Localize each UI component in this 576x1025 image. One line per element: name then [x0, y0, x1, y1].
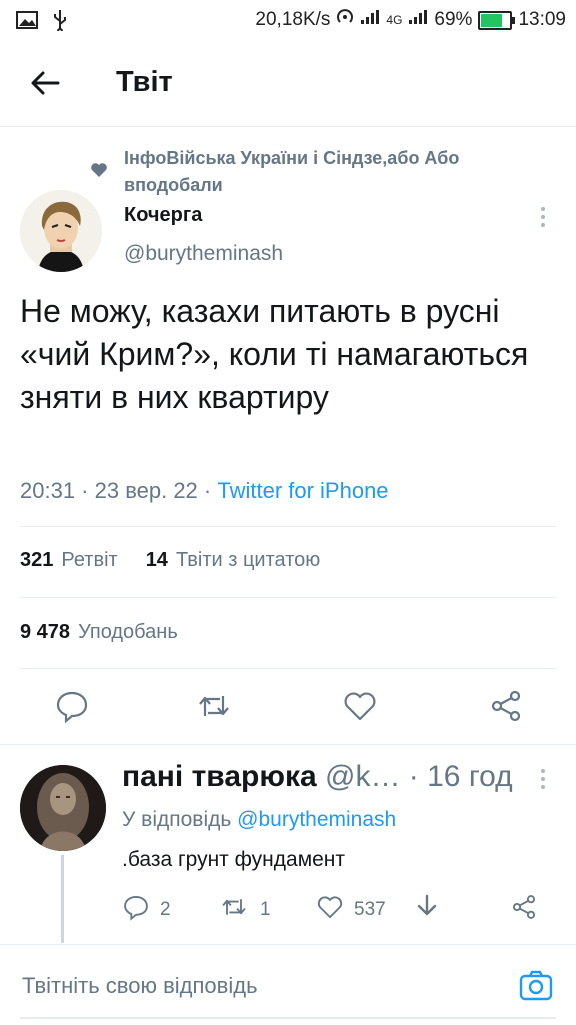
reply-retweets-count: 1	[260, 899, 271, 920]
reply-likes-count: 537	[354, 899, 386, 920]
retweet-icon[interactable]	[218, 893, 250, 927]
signal-icon-2	[408, 9, 428, 31]
reply-action-bar: 2 1 537	[122, 893, 552, 925]
retweets-count[interactable]: 321	[20, 549, 53, 572]
divider	[20, 526, 556, 527]
quotes-label[interactable]: Твіти з цитатою	[176, 549, 320, 572]
author-avatar[interactable]	[20, 190, 102, 272]
reply-retweet-button[interactable]: 1	[218, 893, 271, 927]
usb-icon	[52, 9, 68, 36]
thread-connector	[61, 855, 64, 943]
signal-icon	[360, 9, 380, 31]
compose-reply-bar: Твітніть свою відповідь	[0, 944, 576, 1025]
reply-header: пані тварюка @k… · 16 год	[122, 760, 513, 794]
status-bar: 20,18K/s 4G 69% 13:09	[0, 0, 576, 40]
download-arrow-icon[interactable]	[414, 893, 440, 921]
share-icon[interactable]	[488, 688, 524, 724]
camera-icon[interactable]	[518, 967, 554, 1003]
back-arrow-icon[interactable]	[28, 66, 62, 100]
social-context[interactable]: ІнфоВійська України і Сіндзе,або Або впо…	[124, 145, 544, 199]
reply-input[interactable]: Твітніть свою відповідь	[22, 973, 258, 999]
retweets-label[interactable]: Ретвіт	[61, 549, 117, 572]
reply-to-label: У відповідь	[122, 808, 238, 831]
like-heart-icon[interactable]	[342, 688, 378, 724]
reply-more-options-icon[interactable]	[536, 768, 550, 790]
divider	[20, 597, 556, 598]
quotes-count[interactable]: 14	[146, 549, 168, 572]
tweet-time: 20:31 · 23 вер. 22 ·	[20, 478, 218, 503]
tweet-source-link[interactable]: Twitter for iPhone	[217, 478, 388, 503]
reply-icon[interactable]	[122, 893, 150, 927]
battery-level	[481, 13, 503, 27]
reply-reply-button[interactable]: 2	[122, 893, 171, 927]
likes-label[interactable]: Уподобань	[78, 621, 178, 644]
share-icon[interactable]	[510, 893, 538, 921]
page-title: Твіт	[116, 66, 173, 98]
network-speed: 20,18K/s	[255, 9, 331, 30]
tweet-timestamp: 20:31 · 23 вер. 22 · Twitter for iPhone	[20, 478, 389, 504]
battery-percent: 69%	[434, 9, 473, 30]
likes-count[interactable]: 9 478	[20, 621, 70, 644]
reply-to-line: У відповідь @burytheminash	[122, 808, 396, 832]
clock: 13:09	[518, 9, 566, 30]
liked-context-heart-icon	[90, 162, 108, 178]
likes-stats: 9 478 Уподобань	[20, 621, 178, 644]
top-app-bar: Твіт	[0, 40, 576, 127]
divider	[20, 668, 556, 669]
retweet-stats: 321 Ретвіт 14 Твіти з цитатою	[20, 549, 320, 572]
reply-to-mention[interactable]: @burytheminash	[237, 808, 396, 831]
retweet-icon[interactable]	[196, 688, 232, 724]
image-notification-icon	[16, 11, 38, 34]
divider	[0, 744, 576, 745]
input-underline	[20, 1017, 556, 1019]
reply-author-name[interactable]: пані тварюка	[122, 760, 317, 793]
hotspot-icon	[336, 8, 354, 32]
reply-author-avatar[interactable]	[20, 765, 106, 851]
reply-handle-time[interactable]: @k… · 16 год	[317, 760, 513, 793]
reply-text: .база грунт фундамент	[122, 848, 346, 871]
reply-replies-count: 2	[160, 899, 171, 920]
reply-like-button[interactable]: 537	[316, 893, 386, 927]
reply-icon[interactable]	[54, 688, 90, 724]
author-handle[interactable]: @burytheminash	[124, 242, 283, 266]
more-options-icon[interactable]	[536, 206, 550, 228]
network-type: 4G	[386, 13, 403, 27]
battery-icon	[478, 10, 516, 30]
author-name[interactable]: Кочерга	[124, 204, 202, 227]
like-heart-icon[interactable]	[316, 893, 344, 927]
tweet-text: Не можу, казахи питають в русні «чий Кри…	[20, 293, 529, 415]
tweet-action-bar	[0, 688, 576, 728]
